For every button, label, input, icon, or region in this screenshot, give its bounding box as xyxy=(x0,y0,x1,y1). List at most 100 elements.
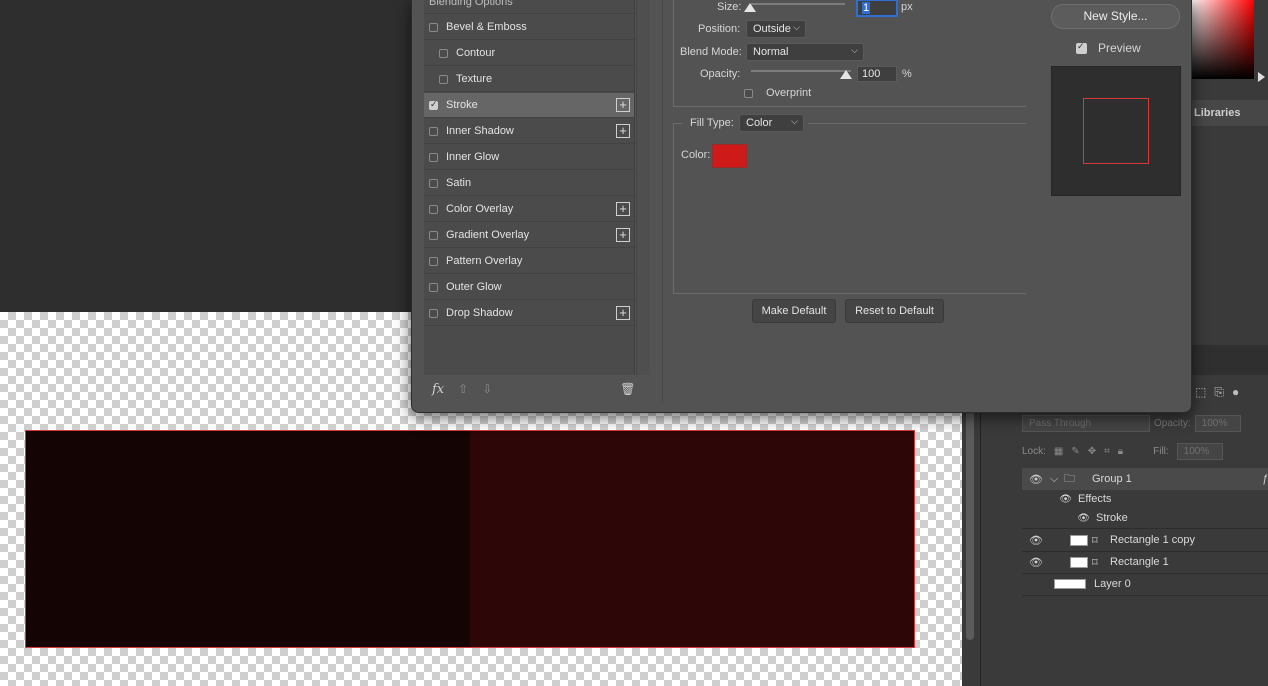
smart-object-filter-icon[interactable]: ⎘ xyxy=(1214,385,1224,403)
shape-filter-icon[interactable]: ⬚ xyxy=(1195,385,1206,403)
filter-toggle-icon[interactable]: ● xyxy=(1232,385,1239,403)
lock-all-icon[interactable]: 🔒︎ xyxy=(1118,446,1123,457)
style-item-drop-shadow[interactable]: Drop Shadow + xyxy=(424,301,634,326)
checkbox[interactable] xyxy=(439,48,448,58)
visibility-eye-icon[interactable]: 👁︎ xyxy=(1022,534,1050,547)
style-item-contour[interactable]: Contour xyxy=(424,41,634,66)
lock-artboard-icon[interactable]: ⌗ xyxy=(1104,446,1110,457)
size-slider[interactable] xyxy=(751,3,845,5)
fill-field[interactable]: 100% xyxy=(1176,442,1223,460)
stroke-color-swatch[interactable] xyxy=(712,144,747,168)
checkbox[interactable] xyxy=(429,282,438,292)
stroke-effect-eye-icon[interactable]: 👁︎ xyxy=(1022,513,1096,524)
blending-options-item[interactable]: Blending Options xyxy=(429,0,513,8)
add-effect-plus-icon[interactable]: + xyxy=(616,306,630,320)
styles-footer: fx ⇧ ⇩ 🗑︎ xyxy=(424,375,650,403)
lock-transparent-icon[interactable]: ▦ xyxy=(1054,446,1063,457)
style-preview-swatch xyxy=(1083,98,1149,164)
effects-eye-icon[interactable]: 👁︎ xyxy=(1022,494,1078,505)
new-style-button[interactable]: New Style... xyxy=(1051,4,1180,29)
style-item-inner-shadow[interactable]: Inner Shadow + xyxy=(424,119,634,144)
overprint-checkbox[interactable] xyxy=(744,89,753,98)
layer-opacity-label: Opacity: xyxy=(1154,417,1191,429)
lock-position-icon[interactable]: ✥ xyxy=(1088,446,1096,457)
chevron-down-icon: ⌵ xyxy=(791,116,798,126)
style-item-outer-glow[interactable]: Outer Glow xyxy=(424,275,634,300)
trash-icon[interactable]: 🗑︎ xyxy=(620,382,635,396)
layer-blend-mode-select[interactable]: Pass Through xyxy=(1022,414,1150,432)
fx-badge-icon[interactable]: ƒ xyxy=(1262,473,1268,485)
rectangle-1-copy[interactable] xyxy=(470,431,914,647)
visibility-eye-icon[interactable]: 👁︎ xyxy=(1022,556,1050,569)
fill-label: Fill: xyxy=(1153,445,1169,457)
move-down-icon[interactable]: ⇩ xyxy=(482,382,492,396)
visibility-eye-icon[interactable]: 👁︎ xyxy=(1022,473,1050,486)
style-item-pattern-overlay[interactable]: Pattern Overlay xyxy=(424,249,634,274)
layer-effect-stroke-row[interactable]: 👁︎ Stroke xyxy=(1022,507,1268,529)
make-default-button[interactable]: Make Default xyxy=(752,299,836,323)
checkbox[interactable] xyxy=(429,308,438,318)
reset-to-default-button[interactable]: Reset to Default xyxy=(845,299,944,323)
layer-thumbnail xyxy=(1054,579,1086,589)
layer-0[interactable]: ▢ Layer 0 xyxy=(1022,573,1268,595)
chevron-down-icon[interactable]: ⌵ xyxy=(1050,473,1064,486)
visibility-toggle-off[interactable]: ▢ xyxy=(1022,578,1050,591)
fill-type-select[interactable]: Color ⌵ xyxy=(739,114,804,132)
checkbox[interactable] xyxy=(429,152,438,162)
canvas-rectangle-group[interactable] xyxy=(25,430,915,648)
shape-thumbnail xyxy=(1070,534,1088,546)
size-slider-thumb[interactable] xyxy=(744,3,756,12)
chevron-down-icon: ⌵ xyxy=(793,22,800,32)
checkbox[interactable] xyxy=(429,22,438,32)
opacity-slider[interactable] xyxy=(751,70,851,72)
add-effect-plus-icon[interactable]: + xyxy=(616,124,630,138)
size-field[interactable]: 1 xyxy=(857,0,897,16)
lock-image-icon[interactable]: ✎ xyxy=(1071,446,1079,457)
rectangle-1[interactable] xyxy=(26,431,470,647)
position-select[interactable]: Outside ⌵ xyxy=(746,20,806,38)
add-effect-plus-icon[interactable]: + xyxy=(616,228,630,242)
shape-thumbnail xyxy=(1070,556,1088,568)
folder-icon: 🗀 xyxy=(1064,472,1075,485)
layer-name: Layer 0 xyxy=(1094,578,1131,590)
checkbox[interactable] xyxy=(429,126,438,136)
layer-name: Rectangle 1 copy xyxy=(1110,534,1195,546)
size-unit: px xyxy=(901,1,913,13)
checkbox[interactable] xyxy=(439,74,448,84)
style-item-color-overlay[interactable]: Color Overlay + xyxy=(424,197,634,222)
layer-rectangle-1-copy[interactable]: 👁︎ ⌑ Rectangle 1 copy xyxy=(1022,529,1268,551)
layer-blend-row: Pass Through Opacity: 100% xyxy=(1022,413,1268,433)
hue-slider-arrow-icon[interactable] xyxy=(1258,72,1265,82)
add-effect-plus-icon[interactable]: + xyxy=(616,98,630,112)
color-picker-field[interactable] xyxy=(1190,0,1254,79)
layer-name: Group 1 xyxy=(1092,473,1132,485)
style-item-satin[interactable]: Satin xyxy=(424,171,634,196)
style-item-stroke[interactable]: Stroke + xyxy=(424,93,634,118)
checkbox[interactable] xyxy=(429,204,438,214)
style-item-texture[interactable]: Texture xyxy=(424,67,634,92)
fx-icon[interactable]: fx xyxy=(432,382,444,397)
blend-mode-select[interactable]: Normal ⌵ xyxy=(746,43,864,61)
lock-row: Lock: ▦ ✎ ✥ ⌗ 🔒︎ Fill: 100% xyxy=(1022,441,1268,461)
lock-label: Lock: xyxy=(1022,445,1046,457)
style-item-inner-glow[interactable]: Inner Glow xyxy=(424,145,634,170)
checkbox[interactable] xyxy=(429,230,438,240)
style-item-gradient-overlay[interactable]: Gradient Overlay + xyxy=(424,223,634,248)
checkbox[interactable] xyxy=(429,178,438,188)
layer-opacity-field[interactable]: 100% xyxy=(1194,414,1241,432)
opacity-field[interactable]: 100 xyxy=(857,66,897,82)
move-up-icon[interactable]: ⇧ xyxy=(458,382,468,396)
chevron-down-icon: ⌵ xyxy=(851,45,858,55)
styles-list-scrollbar[interactable] xyxy=(636,0,650,375)
layer-group-1[interactable]: 👁︎ ⌵ 🗀 Group 1 ƒ xyxy=(1022,468,1268,490)
layer-rectangle-1[interactable]: 👁︎ ⌑ Rectangle 1 xyxy=(1022,551,1268,573)
opacity-slider-thumb[interactable] xyxy=(840,70,852,79)
add-effect-plus-icon[interactable]: + xyxy=(616,202,630,216)
checkbox-checked[interactable] xyxy=(429,99,438,110)
blend-mode-label: Blend Mode: xyxy=(680,46,742,58)
preview-checkbox[interactable] xyxy=(1076,41,1087,54)
checkbox[interactable] xyxy=(429,256,438,266)
vector-mask-icon: ⌑ xyxy=(1092,556,1098,569)
position-label: Position: xyxy=(698,23,741,35)
style-item-bevel-emboss[interactable]: Bevel & Emboss xyxy=(424,15,634,40)
